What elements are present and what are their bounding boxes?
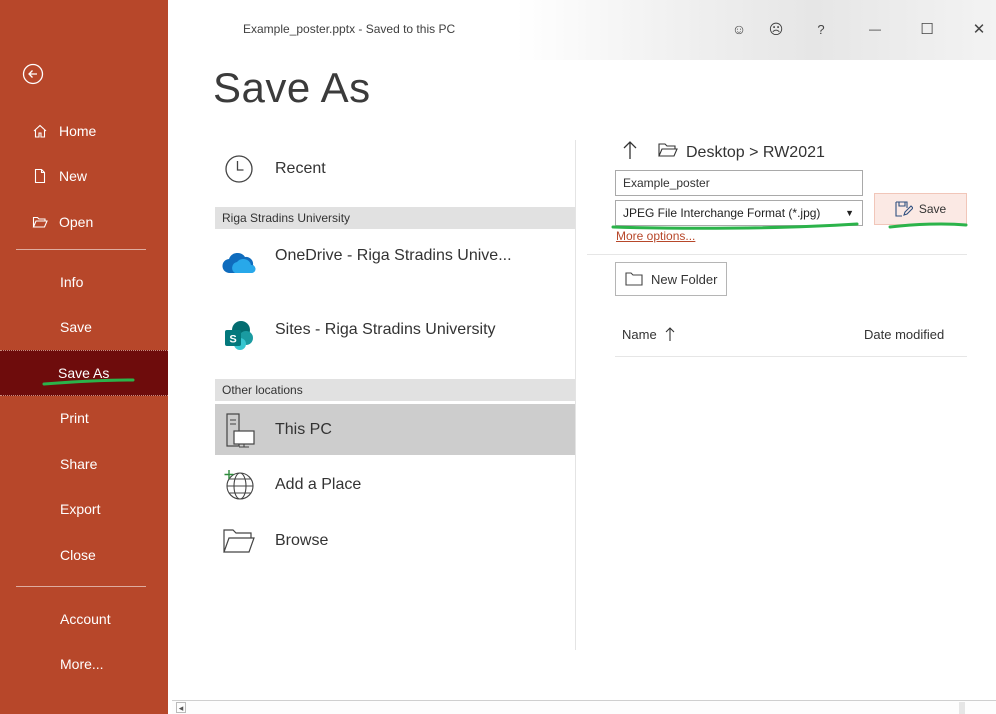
column-header-name[interactable]: Name — [622, 326, 675, 342]
location-recent[interactable]: Recent — [215, 148, 575, 190]
save-button-label: Save — [918, 202, 947, 216]
location-sites[interactable]: S Sites - Riga Stradins University — [215, 312, 575, 358]
save-edit-icon — [895, 201, 913, 217]
location-label: Browse — [275, 532, 329, 549]
sidebar-divider — [16, 249, 146, 250]
folder-icon — [658, 142, 678, 163]
open-folder-icon — [32, 214, 48, 230]
location-label: Recent — [275, 160, 326, 177]
sidebar-item-more[interactable]: More... — [0, 642, 168, 688]
separator — [615, 356, 967, 357]
title-bar: Example_poster.pptx - Saved to this PC ☺… — [168, 0, 996, 60]
location-this-pc[interactable]: This PC — [215, 404, 575, 455]
new-folder-label: New Folder — [651, 271, 718, 287]
sidebar-item-share[interactable]: Share — [0, 441, 168, 487]
sidebar-item-account[interactable]: Account — [0, 596, 168, 642]
location-add-place[interactable]: Add a Place — [215, 463, 575, 507]
svg-text:S: S — [229, 334, 236, 346]
globe-add-icon — [221, 467, 257, 503]
filetype-select[interactable]: JPEG File Interchange Format (*.jpg) ▼ — [615, 200, 863, 226]
sidebar-divider — [16, 586, 146, 587]
location-label: Sites - Riga Stradins University — [275, 321, 496, 338]
folder-icon — [625, 272, 643, 286]
sidebar-item-print[interactable]: Print — [0, 396, 168, 442]
clock-icon — [221, 151, 257, 187]
location-onedrive[interactable]: OneDrive - Riga Stradins Unive... — [215, 240, 575, 286]
filetype-value: JPEG File Interchange Format (*.jpg) — [623, 206, 821, 220]
backstage-sidebar: Home New Open Info Save Save As Print Sh… — [0, 0, 168, 714]
smile-feedback-icon[interactable]: ☺ — [728, 18, 750, 40]
sort-up-icon — [665, 326, 675, 342]
sidebar-item-save[interactable]: Save — [0, 305, 168, 351]
more-options-link[interactable]: More options... — [616, 229, 695, 243]
location-browse[interactable]: Browse — [215, 519, 575, 563]
current-path: Desktop > RW2021 — [622, 140, 825, 165]
sidebar-item-export[interactable]: Export — [0, 487, 168, 533]
filename-input[interactable]: Example_poster — [615, 170, 863, 196]
sidebar-item-label: Open — [59, 213, 94, 230]
up-arrow-icon[interactable] — [622, 140, 638, 165]
new-folder-button[interactable]: New Folder — [615, 262, 727, 296]
page-title: Save As — [213, 64, 371, 111]
separator — [587, 254, 967, 255]
sidebar-item-info[interactable]: Info — [0, 259, 168, 305]
location-label: OneDrive - Riga Stradins Unive... — [275, 247, 512, 264]
sidebar-item-label: Home — [59, 122, 97, 139]
column-name-label: Name — [622, 326, 657, 342]
window-title: Example_poster.pptx - Saved to this PC — [243, 22, 456, 36]
sidebar-item-label: New — [59, 168, 88, 185]
column-header-date[interactable]: Date modified — [864, 327, 944, 342]
sidebar-item-open[interactable]: Open — [0, 199, 168, 245]
folder-open-icon — [221, 523, 257, 559]
frown-feedback-icon[interactable]: ☹ — [765, 18, 787, 40]
sidebar-item-close[interactable]: Close — [0, 532, 168, 578]
column-divider — [575, 140, 576, 650]
maximize-button[interactable]: ☐ — [916, 18, 938, 40]
computer-icon — [221, 412, 257, 448]
close-button[interactable]: ✕ — [968, 18, 990, 40]
horizontal-scrollbar[interactable]: ◂ — [172, 700, 996, 714]
help-button[interactable]: ? — [810, 18, 832, 40]
location-label: Add a Place — [275, 476, 362, 493]
sidebar-item-new[interactable]: New — [0, 154, 168, 200]
back-arrow-icon[interactable] — [22, 63, 44, 85]
group-header-other: Other locations — [215, 379, 575, 401]
chevron-down-icon: ▼ — [845, 208, 854, 218]
sidebar-item-home[interactable]: Home — [0, 108, 168, 154]
sidebar-item-save-as[interactable]: Save As — [0, 350, 168, 396]
onedrive-cloud-icon — [221, 245, 257, 281]
minimize-button[interactable]: — — [864, 18, 886, 40]
save-button[interactable]: Save — [874, 193, 967, 225]
scroll-left-arrow-icon[interactable]: ◂ — [176, 702, 186, 713]
scroll-thumb[interactable] — [959, 702, 965, 714]
breadcrumb[interactable]: Desktop > RW2021 — [686, 144, 825, 162]
sharepoint-icon: S — [221, 317, 257, 353]
group-header-university: Riga Stradins University — [215, 207, 575, 229]
location-label: This PC — [275, 420, 332, 438]
home-icon — [32, 123, 48, 139]
new-document-icon — [32, 168, 48, 184]
